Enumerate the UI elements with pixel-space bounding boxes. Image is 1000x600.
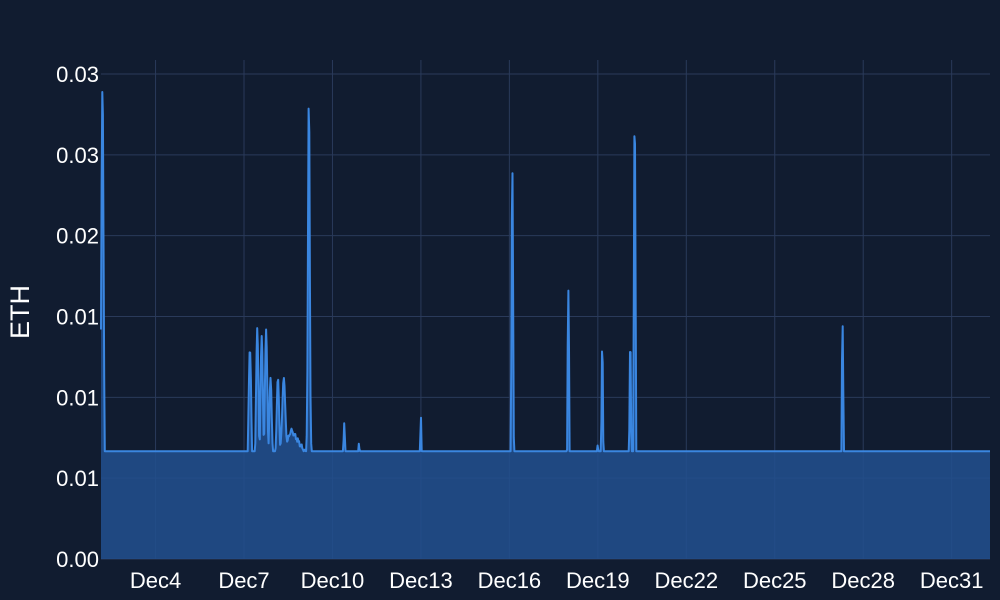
y-tick-label: 0.01: [56, 385, 99, 410]
x-tick-label: Dec7: [218, 568, 269, 593]
x-tick-label: Dec25: [743, 568, 807, 593]
series-area-fill: [101, 92, 990, 559]
x-tick-label: Dec19: [566, 568, 630, 593]
x-tick-label: Dec16: [478, 568, 542, 593]
eth-area-chart: Dec4 Dec7 Dec10 Dec13 Dec16 Dec19 Dec22 Dec25 De…: [5, 60, 991, 593]
x-tick-label: Dec10: [301, 568, 365, 593]
y-axis-title: ETH: [5, 285, 35, 339]
x-tick-label: Dec4: [130, 568, 181, 593]
x-tick-label: Dec22: [654, 568, 718, 593]
y-tick-labels: 0.00 0.01 0.01 0.01 0.02 0.03 0.03: [56, 62, 99, 572]
x-tick-label: Dec13: [389, 568, 453, 593]
y-tick-label: 0.01: [56, 466, 99, 491]
x-tick-label: Dec31: [920, 568, 984, 593]
y-tick-label: 0.02: [56, 224, 99, 249]
y-tick-label: 0.01: [56, 305, 99, 330]
y-tick-label: 0.03: [56, 62, 99, 87]
y-tick-label: 0.03: [56, 143, 99, 168]
x-tick-labels: Dec4 Dec7 Dec10 Dec13 Dec16 Dec19 Dec22 Dec25 De…: [130, 568, 984, 593]
y-tick-label: 0.00: [56, 547, 99, 572]
x-tick-label: Dec28: [831, 568, 895, 593]
